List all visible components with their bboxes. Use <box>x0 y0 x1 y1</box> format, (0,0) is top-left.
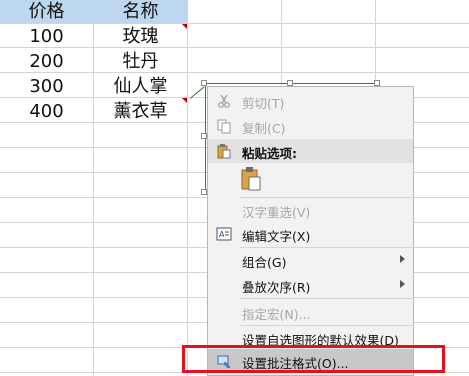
cell-price[interactable]: 300 <box>0 75 93 98</box>
cell-price[interactable]: 100 <box>0 25 93 48</box>
highlight-annotation-box <box>182 345 445 373</box>
menu-item-cut-label: 剪切(T) <box>242 96 285 111</box>
menu-item-group[interactable]: 组合(G) <box>208 248 413 272</box>
header-name-label: 名称 <box>122 1 159 22</box>
copy-icon <box>217 119 231 134</box>
menu-item-cut[interactable]: 剪切(T) <box>208 89 413 113</box>
cell-price[interactable]: 200 <box>0 50 93 73</box>
comment-indicator-icon <box>182 98 187 103</box>
cell-name[interactable]: 仙人掌 <box>94 75 187 98</box>
cell-price[interactable]: 400 <box>0 100 93 123</box>
menu-item-reconvert-label: 汉字重选(V) <box>242 205 311 220</box>
menu-item-copy[interactable]: 复制(C) <box>208 114 413 138</box>
menu-item-edit-text-label: 编辑文字(X) <box>242 229 311 244</box>
clipboard-icon <box>241 167 261 191</box>
submenu-arrow-icon <box>400 255 405 263</box>
menu-item-order[interactable]: 叠放次序(R) <box>208 273 413 297</box>
menu-item-copy-label: 复制(C) <box>242 121 286 136</box>
paste-icon <box>217 144 231 159</box>
header-price-label: 价格 <box>28 1 65 22</box>
menu-separator <box>240 298 412 299</box>
menu-item-assign-macro-label: 指定宏(N)... <box>242 307 311 322</box>
menu-item-reconvert[interactable]: 汉字重选(V) <box>208 198 413 222</box>
context-menu: 剪切(T) 复制(C) 粘贴选项: 汉字重选(V) A 编辑文字(X) 组合(G… <box>207 86 414 376</box>
submenu-arrow-icon <box>400 280 405 288</box>
edit-text-icon: A <box>216 227 232 241</box>
menu-item-order-label: 叠放次序(R) <box>242 280 311 295</box>
paste-option-button[interactable] <box>240 166 262 192</box>
cell-name[interactable]: 牡丹 <box>94 50 187 73</box>
menu-item-group-label: 组合(G) <box>242 255 287 270</box>
scissors-icon <box>218 94 230 108</box>
menu-item-edit-text[interactable]: A 编辑文字(X) <box>208 222 413 246</box>
cell-name[interactable]: 玫瑰 <box>94 25 187 48</box>
comment-indicator-icon <box>182 24 187 29</box>
paste-options-header: 粘贴选项: <box>208 139 413 163</box>
paste-options-label: 粘贴选项: <box>242 146 297 161</box>
cell-name[interactable]: 薰衣草 <box>94 100 187 123</box>
svg-text:A: A <box>219 230 225 239</box>
menu-item-assign-macro[interactable]: 指定宏(N)... <box>208 300 413 324</box>
